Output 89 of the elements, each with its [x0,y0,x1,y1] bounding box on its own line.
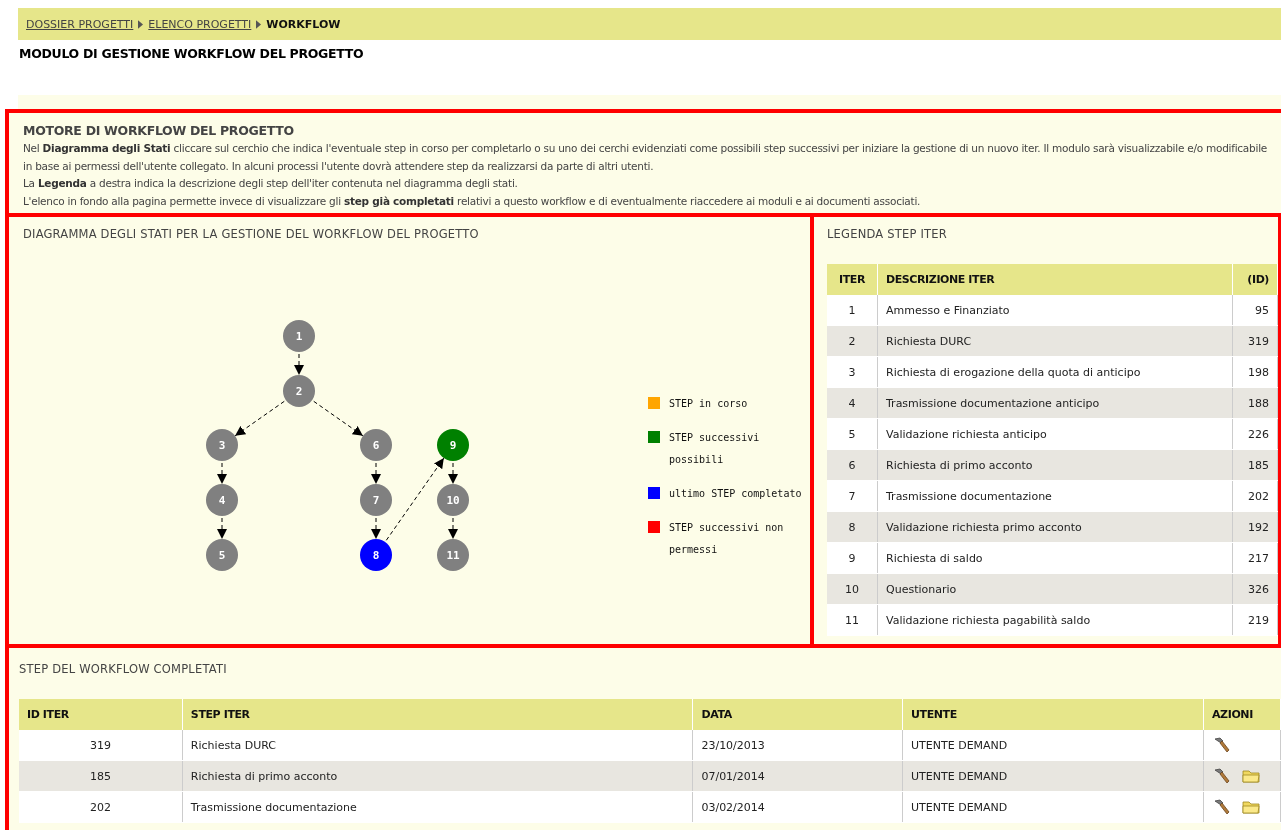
step-node[interactable]: 6 [360,429,392,461]
step-node[interactable]: 11 [437,539,469,571]
section-title: STEP DEL WORKFLOW COMPLETATI [19,662,228,676]
table-cell: Richiesta DURC [877,325,1233,357]
table-cell: Richiesta di erogazione della quota di anticipo [877,356,1233,388]
table-cell: 9 [827,542,878,574]
arrow-connector [448,517,458,540]
step-node[interactable]: 3 [206,429,238,461]
table-cell: Ammesso e Finanziato [877,295,1233,326]
hammer-icon[interactable] [1212,798,1230,816]
table-cell: UTENTE DEMAND [902,730,1204,761]
table-cell: Trasmissione documentazione [877,480,1233,512]
table-cell: 10 [827,573,878,605]
table-cell: Richiesta DURC [182,730,693,761]
arrow-connector [313,400,364,437]
section-title: LEGENDA STEP ITER [827,227,948,241]
arrow-connector [217,517,227,540]
column-header: AZIONI [1203,699,1281,730]
page-title: MODULO DI GESTIONE WORKFLOW DEL PROGETTO [19,46,365,63]
triangle-icon [256,19,262,29]
column-header: DESCRIZIONE ITER [877,264,1233,295]
table-cell: 95 [1232,295,1278,326]
table-cell: UTENTE DEMAND [902,791,1204,823]
column-header: (ID) [1232,264,1278,295]
step-node[interactable]: 9 [437,429,469,461]
arrow-connector [217,462,227,485]
breadcrumb-link[interactable]: DOSSIER PROGETTI [26,17,134,31]
table-cell: Trasmissione documentazione anticipo [877,387,1233,419]
hammer-icon[interactable] [1212,736,1230,754]
table-cell: 217 [1232,542,1278,574]
table-cell: 03/02/2014 [692,791,903,823]
table-cell: Validazione richiesta anticipo [877,418,1233,450]
step-node[interactable]: 7 [360,484,392,516]
column-header: ITER [827,264,878,295]
table-cell: Validazione richiesta primo acconto [877,511,1233,543]
intro-paragraph: L'elenco in fondo alla pagina permette invece di visualizzare gli step già completati relativi a questo workflow e di eventualmente riaccedere ai moduli e ai documenti associati. [23,193,922,209]
step-node[interactable]: 8 [360,539,392,571]
table-cell: Questionario [877,573,1233,605]
table-cell: Richiesta di primo acconto [182,760,693,792]
table-cell: 8 [827,511,878,543]
table-cell: 7 [827,480,878,512]
column-header: ID ITER [19,699,183,730]
arrow-connector [234,400,285,437]
folder-icon[interactable] [1242,799,1260,815]
table-cell: 23/10/2013 [692,730,903,761]
column-header: STEP ITER [182,699,693,730]
table-cell: 07/01/2014 [692,760,903,792]
table-cell: Richiesta di primo acconto [877,449,1233,481]
legend-label: STEP successivi possibili [669,431,761,467]
table-cell: 198 [1232,356,1278,388]
table-cell: UTENTE DEMAND [902,760,1204,792]
table-cell: Trasmissione documentazione [182,791,693,823]
table-cell: Richiesta di saldo [877,542,1233,574]
column-header: UTENTE [902,699,1204,730]
hammer-icon[interactable] [1212,767,1230,785]
column-header: DATA [692,699,903,730]
table-cell: 1 [827,295,878,326]
section-title: MOTORE DI WORKFLOW DEL PROGETTO [23,123,295,138]
arrow-connector [294,353,304,376]
arrow-connector [448,462,458,485]
table-cell: 2 [827,325,878,357]
table-cell: 3 [827,356,878,388]
table-cell: 202 [19,791,183,823]
legend-label: STEP in corso [669,397,749,411]
table-cell: 185 [19,760,183,792]
arrow-connector [371,462,381,485]
table-cell: 5 [827,418,878,450]
table-cell: 319 [19,730,183,761]
breadcrumb-current: WORKFLOW [266,17,341,31]
table-cell: 6 [827,449,878,481]
table-cell: 11 [827,604,878,636]
table-cell: 226 [1232,418,1278,450]
legend-label: ultimo STEP completato [669,487,803,501]
intro-paragraph: Nel Diagramma degli Stati cliccare sul cerchio che indica l'eventuale step in corso per completarlo o su uno dei cerchi evidenziati come possibili step successivi per iniziare la gestione di un nuovo iter. Il modulo sarà visualizzabile e/o modificabile in base ai permessi dell'utente collegato. In alcuni processi l'utente dovrà attendere step da realizzarsi da parte di altri utenti. [23,141,1269,174]
arrow-connector [371,517,381,540]
breadcrumb-link[interactable]: ELENCO PROGETTI [148,17,252,31]
step-node[interactable]: 5 [206,539,238,571]
table-cell: Validazione richiesta pagabilità saldo [877,604,1233,636]
legend-label: STEP successivi non permessi [669,521,785,557]
table-cell: 219 [1232,604,1278,636]
section-title: DIAGRAMMA DEGLI STATI PER LA GESTIONE DEL WORKFLOW DEL PROGETTO [23,227,480,241]
intro-paragraph: La Legenda a destra indica la descrizione degli step dell'iter contenuta nel diagramma degli stati. [23,176,519,191]
step-node[interactable]: 2 [283,375,315,407]
step-node[interactable]: 4 [206,484,238,516]
step-node[interactable]: 10 [437,484,469,516]
step-node[interactable]: 1 [283,320,315,352]
triangle-icon [138,19,144,29]
table-cell: 4 [827,387,878,419]
table-cell: 202 [1232,480,1278,512]
